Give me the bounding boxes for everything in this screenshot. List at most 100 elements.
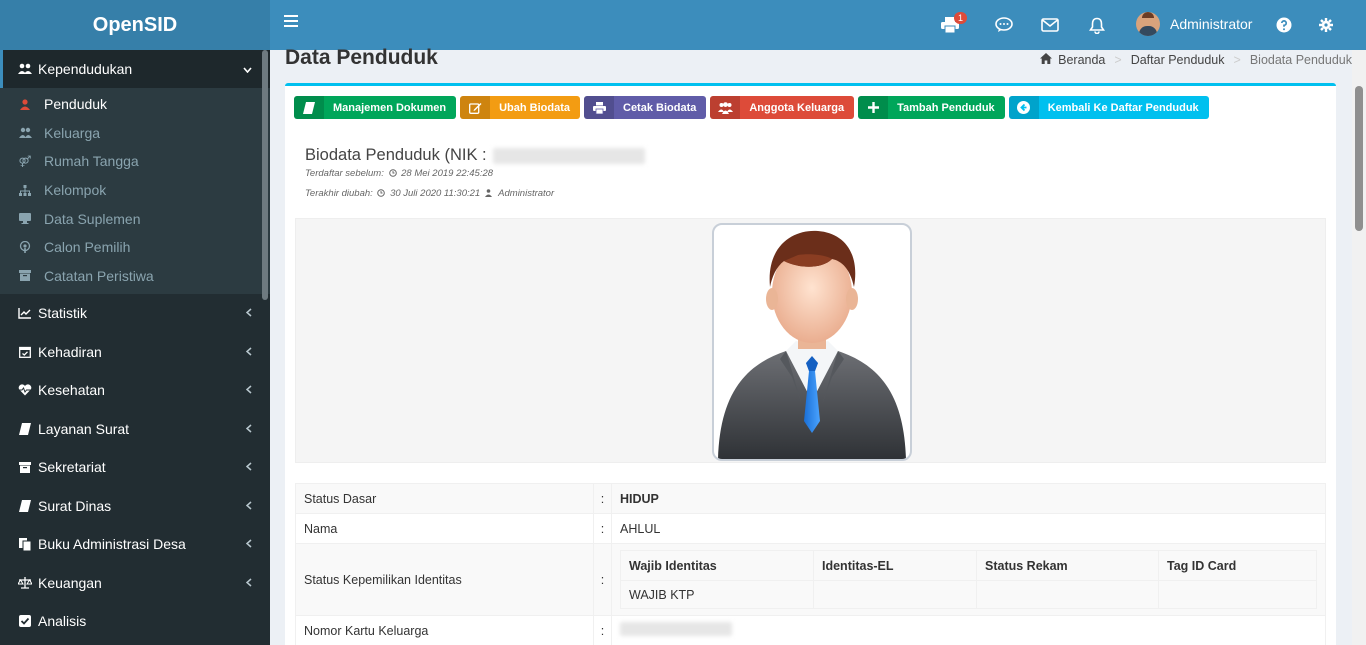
gear-icon[interactable] [1317,16,1335,34]
chevron-left-icon [245,576,252,590]
kk-redacted [620,622,732,636]
sidebar-scrollbar[interactable] [262,50,268,300]
sidebar-item-label: Layanan Surat [38,420,130,437]
sidebar-item-label: Keuangan [38,574,102,591]
sidebar-item-layanan-surat[interactable]: Layanan Surat [0,410,270,449]
sidebar-item-surat-dinas[interactable]: Surat Dinas [0,487,270,526]
home-icon [1040,53,1053,67]
breadcrumb-separator: > [1114,53,1122,67]
users-icon [18,127,32,139]
user-menu[interactable]: Administrator [1136,12,1252,36]
sidebar-item-keuangan[interactable]: Keuangan [0,564,270,603]
sidebar-item-label: Kependudukan [38,61,133,77]
table-row: Nama : AHLUL [295,513,1326,544]
button-label: Manajemen Dokumen [333,101,447,114]
sidebar-item-label: Kehadiran [38,343,102,360]
nomor-kk-value [611,615,1326,645]
chevron-left-icon [245,499,252,513]
sidebar-subitem-kelompok[interactable]: Kelompok [0,176,270,205]
sidebar-item-kependudukan[interactable]: Kependudukan [0,50,270,88]
breadcrumb-daftar-penduduk[interactable]: Daftar Penduduk [1131,53,1225,67]
calendar-check-icon [18,345,32,359]
menu-toggle-icon[interactable] [284,15,298,27]
nomor-kk-label: Nomor Kartu Keluarga [295,615,594,645]
sidebar-subitem-label: Keluarga [44,124,101,141]
page-scrollbar[interactable] [1352,50,1366,645]
registered-label: Terdaftar sebelum: [305,168,384,179]
table-row: Status Dasar : HIDUP [295,483,1326,514]
sidebar-subitem-label: Penduduk [44,96,108,113]
notification-badge: 1 [953,12,967,24]
app-logo[interactable]: OpenSID [0,0,270,50]
sidebar-subitem-penduduk[interactable]: Penduduk [0,90,270,119]
sidebar-item-sekretariat[interactable]: Sekretariat [0,448,270,487]
sidebar-item-kehadiran[interactable]: Kehadiran [0,333,270,372]
archive-icon [18,270,32,282]
kembali-ke-daftar-penduduk-button[interactable]: Kembali Ke Daftar Penduduk [1008,96,1209,119]
tambah-penduduk-button[interactable]: Tambah Penduduk [858,96,1005,119]
comments-icon[interactable] [995,16,1013,34]
book-icon [18,422,32,436]
podcast-icon [18,241,32,254]
manajemen-dokumen-button[interactable]: Manajemen Dokumen [294,96,457,119]
book-icon [294,96,324,119]
sidebar-item-label: Kesehatan [38,382,105,399]
chevron-left-icon [245,422,252,436]
resident-photo [712,223,912,461]
sidebar-item-label: Sekretariat [38,459,106,476]
chevron-left-icon [245,460,252,474]
sidebar-item-kesehatan[interactable]: Kesehatan [0,371,270,410]
biodata-title-text: Biodata Penduduk (NIK : [305,146,487,164]
sidebar-subitem-calon-pemilih[interactable]: Calon Pemilih [0,233,270,262]
sidebar-submenu-kependudukan: Penduduk Keluarga ⚤ Rumah Tangga Kelompo… [0,88,270,295]
colon: : [593,483,612,514]
anggota-keluarga-button[interactable]: Anggota Keluarga [710,96,855,119]
sidebar-item-analisis[interactable]: Analisis [0,602,270,641]
page-title: Data Penduduk [285,46,438,69]
button-label: Kembali Ke Daftar Penduduk [1047,101,1199,114]
chevron-left-icon [245,537,252,551]
help-icon[interactable] [1275,16,1293,34]
users-icon [18,62,32,76]
envelope-icon[interactable] [1041,16,1059,34]
cetak-biodata-button[interactable]: Cetak Biodata [584,96,707,119]
sidebar-subitem-label: Kelompok [44,182,107,199]
avatar [1136,12,1160,36]
breadcrumb-beranda[interactable]: Beranda [1058,53,1105,67]
users-icon [710,96,741,119]
status-dasar-value: HIDUP [611,483,1326,514]
sidebar-item-buku-administrasi-desa[interactable]: Buku Administrasi Desa [0,525,270,564]
sidebar-subitem-keluarga[interactable]: Keluarga [0,119,270,148]
sidebar-item-statistik[interactable]: Statistik [0,294,270,333]
balance-scale-icon [18,576,32,590]
bell-icon[interactable] [1088,16,1106,34]
check-square-icon [18,614,32,628]
sidebar-item-label: Analisis [38,613,87,630]
column-header: Status Rekam [976,550,1159,581]
edit-icon [460,96,491,119]
desktop-icon [18,213,32,225]
column-header: Identitas-EL [813,550,977,581]
registered-meta: Terdaftar sebelum: 28 Mei 2019 22:45:28 [305,168,493,180]
content-wrapper: Data Penduduk Beranda > Daftar Penduduk … [270,46,1352,645]
nama-label: Nama [295,513,594,544]
biodata-title: Biodata Penduduk (NIK : [305,146,645,165]
sidebar-subitem-rumah-tangga[interactable]: ⚤ Rumah Tangga [0,147,270,176]
sidebar-subitem-data-suplemen[interactable]: Data Suplemen [0,204,270,233]
button-label: Tambah Penduduk [897,101,995,114]
scrollbar-thumb[interactable] [1355,86,1363,231]
archive-icon [18,460,32,474]
print-icon[interactable]: 1 [941,12,967,34]
table-cell [813,580,977,609]
clock-icon [377,189,386,200]
breadcrumb-separator: > [1233,53,1241,67]
person-avatar-icon [718,230,906,459]
ubah-biodata-button[interactable]: Ubah Biodata [460,96,580,119]
plus-icon [858,96,889,119]
breadcrumb: Beranda > Daftar Penduduk > Biodata Pend… [1040,53,1352,67]
table-cell [976,580,1159,609]
breadcrumb-biodata-penduduk: Biodata Penduduk [1249,53,1352,67]
nik-redacted [492,147,645,164]
book-icon [18,499,32,513]
sidebar-subitem-catatan-peristiwa[interactable]: Catatan Peristiwa [0,262,270,291]
